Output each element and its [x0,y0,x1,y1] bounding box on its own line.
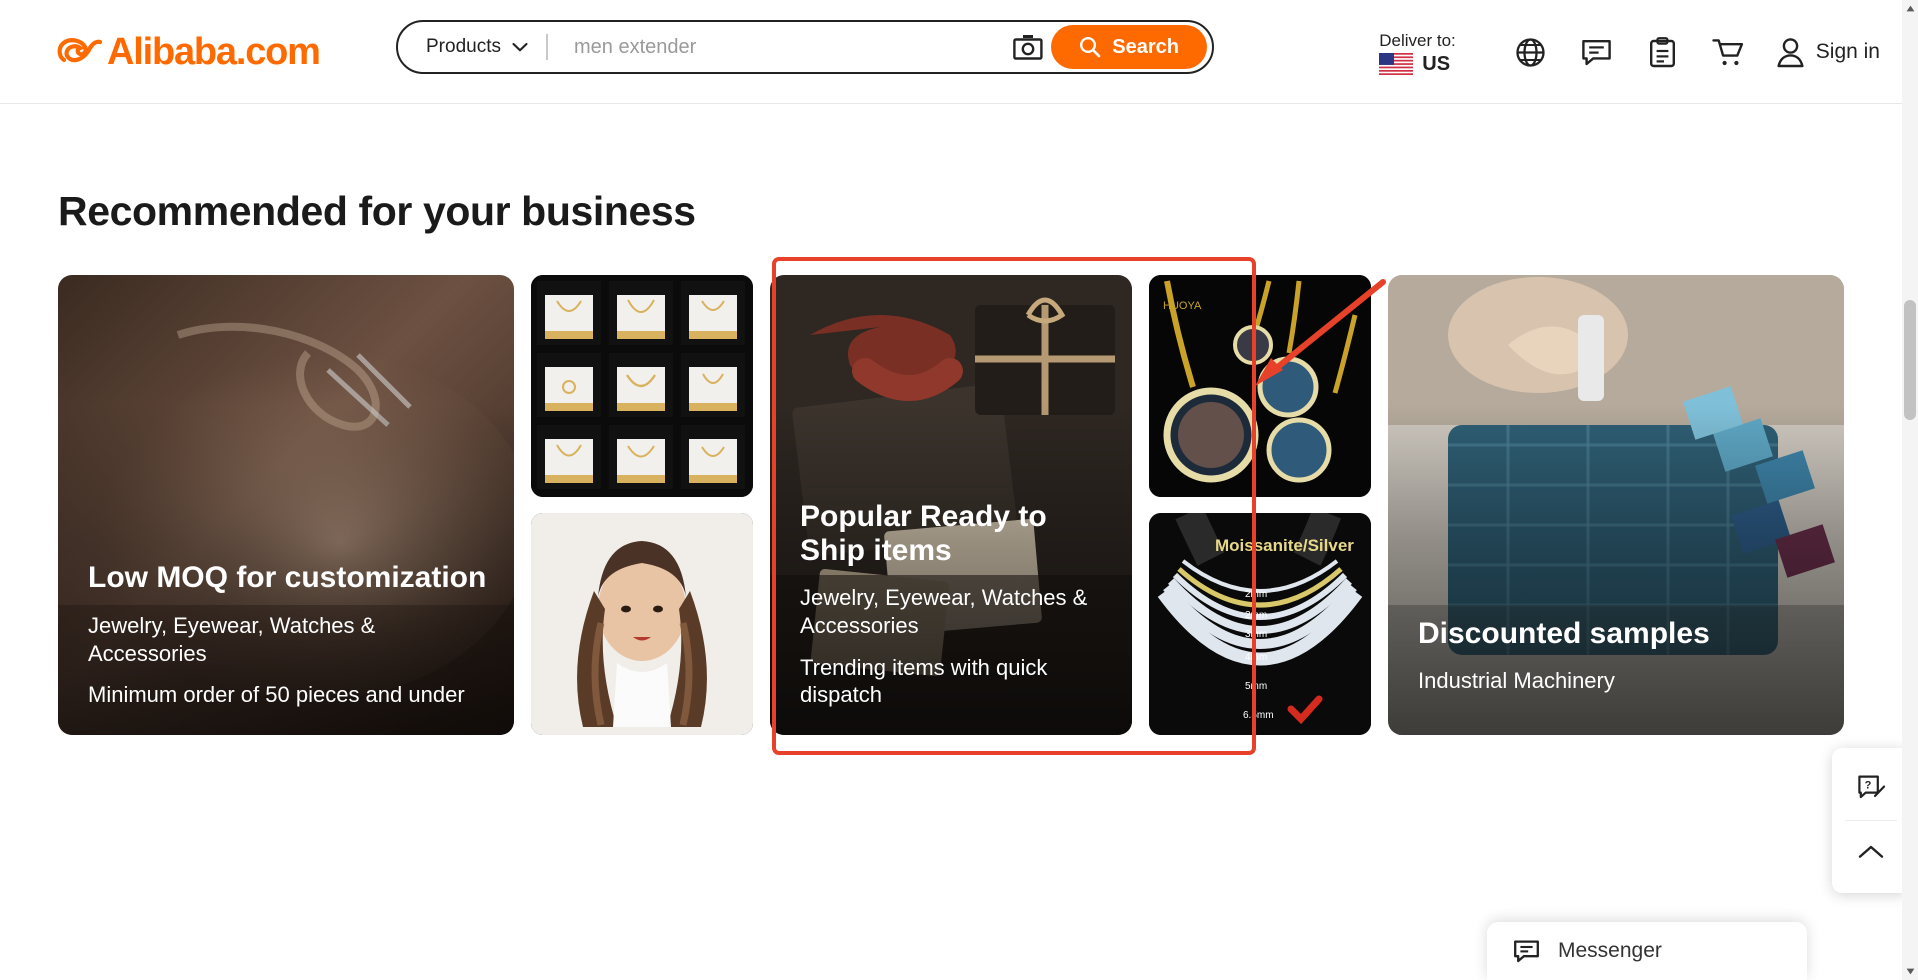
category-label: Products [426,36,501,58]
thumb-moissanite-title: Moissanite/Silver [1215,536,1354,555]
thumb-moissanite-tennis-chains[interactable]: Moissanite/Silver 2mm 2mm 3mm 4mm 5mm 6.… [1149,513,1371,735]
moissanite-size-4: 5mm [1245,681,1267,692]
search-bar: Products Search [396,20,1214,74]
deliver-to-label: Deliver to: [1379,30,1456,53]
card-ready-to-ship-detail: Trending items with quick dispatch [800,654,1106,709]
alibaba-logo[interactable]: Alibaba.com [56,22,320,82]
message-bubble-icon [1513,939,1540,964]
camera-image-search-icon [1013,34,1043,60]
thumb-necklace-display-grid-image [531,275,753,497]
thumb-necklace-display-grid[interactable] [531,275,753,497]
thumbnail-column-b: HUOYA Moissanite/Silver 2mm [1149,275,1371,735]
thumb-photo-locket-watermark: HUOYA [1163,300,1202,312]
card-ready-to-ship-heading: Popular Ready to Ship items [800,500,1106,567]
chevron-up-icon [1857,843,1885,861]
category-select[interactable]: Products [398,22,546,72]
chevron-down-icon [512,42,528,52]
deliver-to-selector[interactable]: Deliver to: US [1379,28,1456,76]
caret-down-icon [1906,968,1915,975]
us-flag-icon [1379,53,1413,75]
search-button[interactable]: Search [1051,25,1207,69]
moissanite-size-0: 2mm [1245,589,1267,600]
svg-text:?: ? [1865,779,1872,791]
search-magnifier-icon [1079,36,1101,58]
moissanite-size-1: 2mm [1245,610,1267,621]
caret-up-icon [1906,5,1915,12]
moissanite-size-5: 6.5mm [1243,710,1274,721]
thumb-photo-locket-pendants[interactable]: HUOYA [1149,275,1371,497]
site-header: Alibaba.com Products Search [0,0,1918,104]
floating-tools-panel: ? [1832,748,1910,893]
messenger-label: Messenger [1558,939,1662,963]
search-input[interactable] [548,22,1005,72]
thumb-photo-locket-pendants-image: HUOYA [1149,275,1371,497]
globe-language-icon [1515,37,1546,68]
messenger-widget[interactable]: Messenger [1487,922,1807,980]
card-ready-to-ship-text: Popular Ready to Ship items Jewelry, Eye… [800,500,1106,709]
moissanite-size-3: 4mm [1245,652,1267,663]
thumbnail-column-a [531,275,753,735]
scrollbar-up-button[interactable] [1902,0,1918,17]
alibaba-script-mark-icon [56,30,102,74]
orders-button[interactable] [1630,19,1696,85]
help-feedback-button[interactable]: ? [1832,758,1910,820]
thumb-wig-hair-model[interactable] [531,513,753,735]
recommendation-carousel: Low MOQ for customization Jewelry, Eyewe… [58,275,1918,735]
image-search-button[interactable] [1005,24,1051,70]
card-low-moq-text: Low MOQ for customization Jewelry, Eyewe… [88,561,488,709]
help-feedback-icon: ? [1856,774,1886,804]
search-button-label: Search [1112,36,1179,59]
cart-button[interactable] [1696,19,1762,85]
page-title: Recommended for your business [58,188,1918,235]
scrollbar-thumb[interactable] [1904,300,1916,420]
deliver-country-code: US [1422,53,1450,76]
card-low-moq-heading: Low MOQ for customization [88,561,488,595]
card-low-moq-detail: Minimum order of 50 pieces and under [88,681,488,709]
header-actions: Deliver to: US [1379,0,1880,104]
scrollbar-down-button[interactable] [1902,963,1918,980]
messages-button[interactable] [1564,19,1630,85]
scroll-to-top-button[interactable] [1832,821,1910,883]
thumb-moissanite-tennis-chains-image: Moissanite/Silver 2mm 2mm 3mm 4mm 5mm 6.… [1149,513,1371,735]
message-bubble-icon [1581,38,1612,67]
sign-in-button[interactable]: Sign in [1776,37,1880,68]
sign-in-label: Sign in [1816,40,1880,64]
thumb-wig-hair-model-image [531,513,753,735]
main-content: Recommended for your business [0,104,1918,735]
user-person-icon [1776,37,1805,68]
clipboard-orders-icon [1649,37,1676,68]
logo-text: Alibaba.com [107,33,320,71]
card-low-moq[interactable]: Low MOQ for customization Jewelry, Eyewe… [58,275,514,735]
card-discounted-samples-subtitle: Industrial Machinery [1418,667,1818,695]
card-low-moq-subtitle: Jewelry, Eyewear, Watches & Accessories [88,612,488,667]
language-button[interactable] [1498,19,1564,85]
card-discounted-samples[interactable]: Discounted samples Industrial Machinery [1388,275,1844,735]
page-scrollbar[interactable] [1902,0,1918,980]
card-ready-to-ship[interactable]: Popular Ready to Ship items Jewelry, Eye… [770,275,1132,735]
moissanite-size-2: 3mm [1245,629,1267,640]
shopping-cart-icon [1712,37,1745,68]
card-ready-to-ship-subtitle: Jewelry, Eyewear, Watches & Accessories [800,584,1106,639]
card-discounted-samples-heading: Discounted samples [1418,617,1818,651]
card-discounted-samples-text: Discounted samples Industrial Machinery [1418,617,1818,709]
